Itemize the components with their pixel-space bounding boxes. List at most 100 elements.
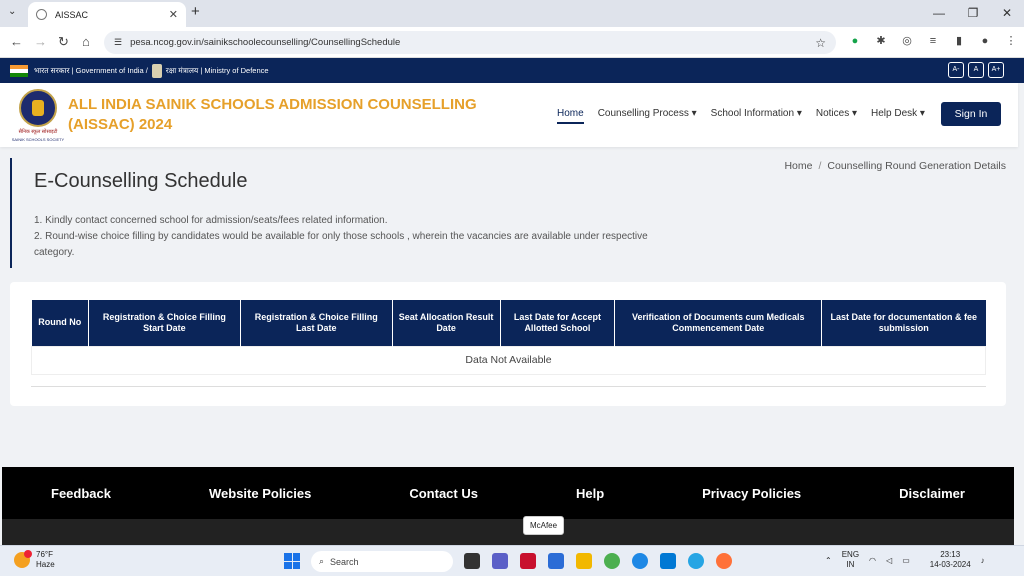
close-window-icon[interactable]: ✕ [990, 0, 1024, 27]
volume-icon[interactable]: ◁ [886, 556, 892, 565]
sign-in-button[interactable]: Sign In [941, 102, 1001, 126]
edge-icon[interactable] [632, 553, 648, 569]
site-title-line2: (AISSAC) 2024 [68, 116, 173, 133]
font-size-controls: A- A A+ [948, 62, 1004, 78]
page-title: E-Counselling Schedule [34, 170, 248, 192]
home-icon[interactable]: ⌂ [82, 34, 90, 49]
region-code: IN [846, 560, 855, 569]
weather-temp: 76°F [36, 550, 53, 559]
profile-icon[interactable]: ● [978, 34, 992, 48]
notes: 1. Kindly contact concerned school for a… [34, 213, 650, 261]
minimize-icon[interactable]: — [922, 0, 956, 27]
col-documentation-date: Last Date for documentation & fee submis… [821, 300, 986, 346]
bookmark-star-icon[interactable]: ☆ [815, 36, 826, 50]
clock-time: 23:13 [940, 550, 961, 559]
app2-icon[interactable] [688, 553, 704, 569]
firefox-icon[interactable] [716, 553, 732, 569]
schedule-card: Round No Registration & Choice Filling S… [10, 282, 1006, 406]
logo-subtext: SAINIK SCHOOLS SOCIETY [11, 137, 65, 142]
footer-contact-us-link[interactable]: Contact Us [409, 486, 478, 501]
file-explorer-icon[interactable] [576, 553, 592, 569]
india-flag-icon [10, 64, 28, 77]
nav-home[interactable]: Home [557, 108, 584, 124]
mcafee-icon[interactable] [520, 553, 536, 569]
url-field[interactable]: ☰ pesa.ncog.gov.in/sainikschoolecounsell… [104, 31, 836, 54]
taskbar-search[interactable]: ⌕ Search [311, 551, 453, 572]
site-footer: Feedback Website Policies Contact Us Hel… [2, 467, 1014, 519]
extensions-area: ● ✱ ◎ ≡ ▮ ● ⋮ [848, 34, 1018, 48]
weather-widget[interactable]: 76°F Haze [14, 550, 55, 570]
site-title: ALL INDIA SAINIK SCHOOLS ADMISSION COUNS… [68, 95, 488, 135]
notification-bell-icon[interactable]: ♪ [981, 556, 985, 565]
globe-icon [36, 9, 47, 20]
windows-start-icon[interactable] [284, 553, 300, 569]
table-header-row: Round No Registration & Choice Filling S… [31, 300, 986, 346]
footer-bottom [2, 519, 1014, 545]
tab-close-icon[interactable]: ✕ [169, 8, 178, 21]
teams-icon[interactable] [492, 553, 508, 569]
col-reg-start-date: Registration & Choice Filling Start Date [88, 300, 241, 346]
system-tray: ⌃ ENG IN ◠ ◁ ▭ 23:13 14-03-2024 ♪ [825, 550, 985, 570]
browser-tab-bar: ⌄ AISSAC ✕ + — ❐ ✕ [0, 0, 1024, 27]
restore-icon[interactable]: ❐ [956, 0, 990, 27]
weather-text: 76°F Haze [36, 550, 55, 570]
govt-of-india-text: भारत सरकार | Government of India / [34, 65, 148, 75]
task-view-icon[interactable] [464, 553, 480, 569]
wifi-icon[interactable]: ◠ [869, 556, 876, 565]
side-panel-icon[interactable]: ▮ [952, 34, 966, 48]
col-round-no: Round No [31, 300, 89, 346]
grammarly-icon[interactable]: ● [848, 34, 862, 48]
table-row: Data Not Available [31, 345, 986, 375]
footer-feedback-link[interactable]: Feedback [51, 486, 111, 501]
back-icon[interactable]: ← [10, 34, 23, 49]
weather-icon [14, 550, 32, 568]
col-verification-date: Verification of Documents cum Medicals C… [614, 300, 823, 346]
nav-help-desk[interactable]: Help Desk ▾ [871, 108, 925, 124]
language-indicator[interactable]: ENG IN [842, 550, 859, 570]
battery-icon[interactable]: ▭ [902, 556, 910, 565]
nav-counselling-process[interactable]: Counselling Process ▾ [598, 108, 697, 124]
table-divider [31, 386, 986, 387]
breadcrumb-separator: / [818, 160, 822, 172]
logo-text: सैनिक स्कूल सोसाइटी [18, 129, 58, 135]
site-info-icon[interactable]: ☰ [114, 37, 122, 48]
footer-disclaimer-link[interactable]: Disclaimer [899, 486, 965, 501]
forward-icon[interactable]: → [34, 34, 47, 49]
breadcrumb-home[interactable]: Home [784, 160, 812, 172]
chrome-icon[interactable] [604, 553, 620, 569]
browser-tab[interactable]: AISSAC ✕ [28, 2, 186, 27]
store-icon[interactable] [660, 553, 676, 569]
extensions-icon[interactable]: ✱ [874, 34, 888, 48]
menu-kebab-icon[interactable]: ⋮ [1004, 34, 1018, 48]
tray-chevron-icon[interactable]: ⌃ [825, 556, 832, 565]
reading-list-icon[interactable]: ≡ [926, 34, 940, 48]
note-1: 1. Kindly contact concerned school for a… [34, 215, 388, 226]
page-heading-block: E-Counselling Schedule 1. Kindly contact… [10, 158, 650, 268]
nav-school-information[interactable]: School Information ▾ [711, 108, 802, 124]
tab-title: AISSAC [55, 9, 89, 20]
font-reset-button[interactable]: A [968, 62, 984, 78]
extension-icon[interactable]: ◎ [900, 34, 914, 48]
col-seat-allocation-date: Seat Allocation Result Date [392, 300, 501, 346]
new-tab-button[interactable]: + [191, 3, 200, 20]
font-increase-button[interactable]: A+ [988, 62, 1004, 78]
app-icon[interactable] [548, 553, 564, 569]
logo-emblem-icon [19, 89, 57, 127]
breadcrumb: Home / Counselling Round Generation Detail… [784, 160, 1006, 172]
sainik-schools-logo[interactable]: सैनिक स्कूल सोसाइटी SAINIK SCHOOLS SOCIE… [10, 87, 66, 143]
font-decrease-button[interactable]: A- [948, 62, 964, 78]
footer-privacy-policies-link[interactable]: Privacy Policies [702, 486, 801, 501]
search-label: Search [330, 556, 359, 567]
footer-help-link[interactable]: Help [576, 486, 604, 501]
footer-website-policies-link[interactable]: Website Policies [209, 486, 311, 501]
window-controls: — ❐ ✕ [922, 0, 1024, 27]
language-code: ENG [841, 550, 860, 559]
clock-date: 14-03-2024 [929, 560, 971, 569]
government-bar: भारत सरकार | Government of India / रक्षा… [0, 58, 1024, 83]
clock[interactable]: 23:13 14-03-2024 [930, 550, 971, 570]
col-accept-last-date: Last Date for Accept Allotted School [500, 300, 616, 346]
reload-icon[interactable]: ↻ [58, 34, 69, 50]
tab-list-chevron-icon[interactable]: ⌄ [8, 6, 16, 17]
nav-notices[interactable]: Notices ▾ [816, 108, 857, 124]
taskbar-apps [464, 553, 732, 569]
